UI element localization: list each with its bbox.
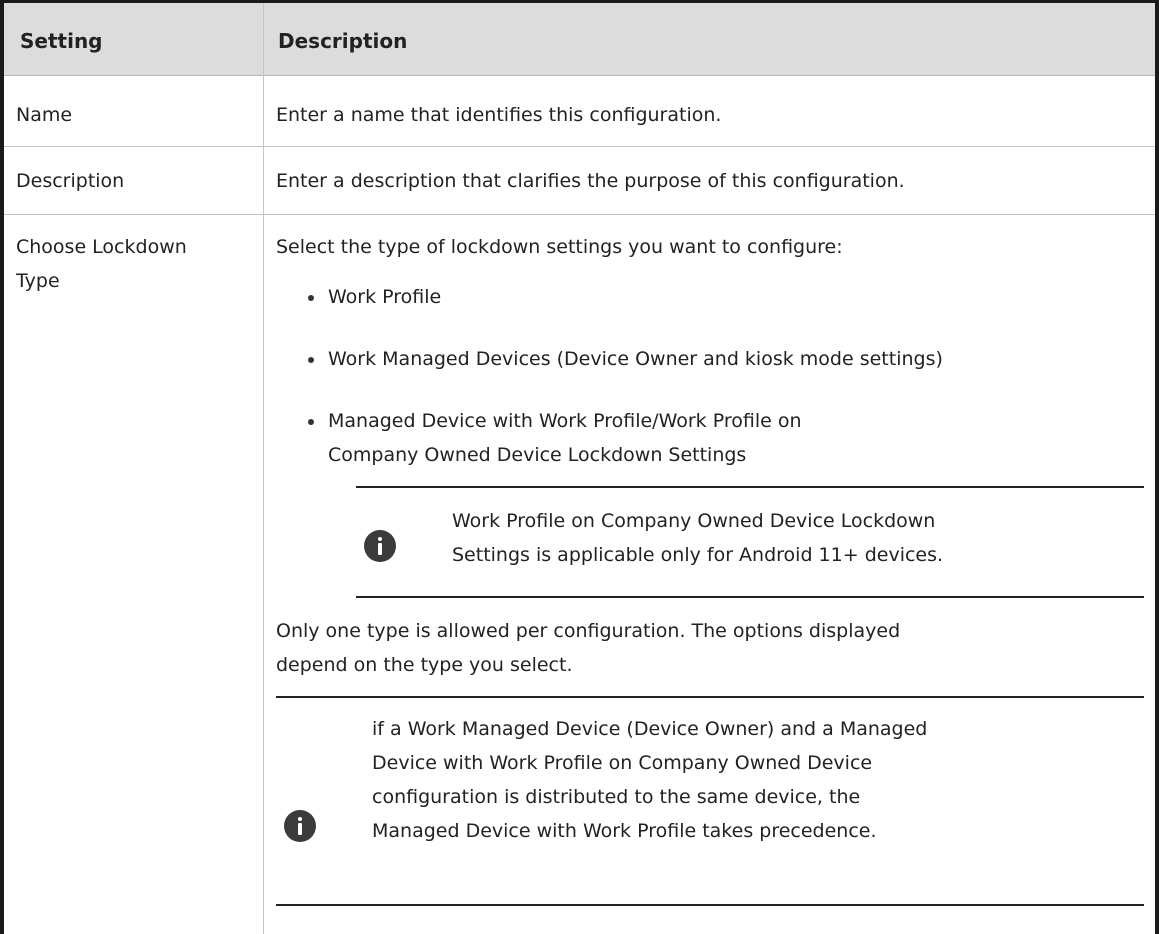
list-item: Managed Device with Work Profile/Work Pr… — [302, 404, 888, 472]
table-header: Setting Description — [4, 3, 1155, 76]
lockdown-paragraph: Only one type is allowed per configurati… — [276, 620, 901, 676]
header-description: Description — [278, 29, 408, 53]
note-bottom-rule — [276, 904, 1144, 906]
row-divider — [4, 214, 1155, 215]
row-description-setting: Description — [16, 170, 125, 192]
note-top-rule — [276, 696, 1144, 698]
list-item: Work Profile — [302, 280, 1152, 314]
row-description-description: Enter a description that clarifies the p… — [276, 170, 905, 192]
row-name-description: Enter a name that identifies this config… — [276, 104, 722, 126]
info-icon — [364, 530, 396, 562]
row-lockdown-setting: Choose Lockdown Type — [16, 236, 187, 292]
note-top-rule — [356, 486, 1144, 488]
list-item: Work Managed Devices (Device Owner and k… — [302, 342, 1152, 376]
info-icon — [284, 810, 316, 842]
note-text: if a Work Managed Device (Device Owner) … — [372, 718, 928, 842]
note-bottom-rule — [356, 596, 1144, 598]
lockdown-type-list: Work Profile Work Managed Devices (Devic… — [302, 280, 1152, 472]
row-name-setting: Name — [16, 104, 73, 126]
column-divider — [263, 3, 264, 934]
row-divider — [4, 146, 1155, 147]
note-text: Work Profile on Company Owned Device Loc… — [452, 510, 944, 566]
lockdown-intro: Select the type of lockdown settings you… — [276, 236, 843, 258]
header-setting: Setting — [20, 29, 103, 53]
